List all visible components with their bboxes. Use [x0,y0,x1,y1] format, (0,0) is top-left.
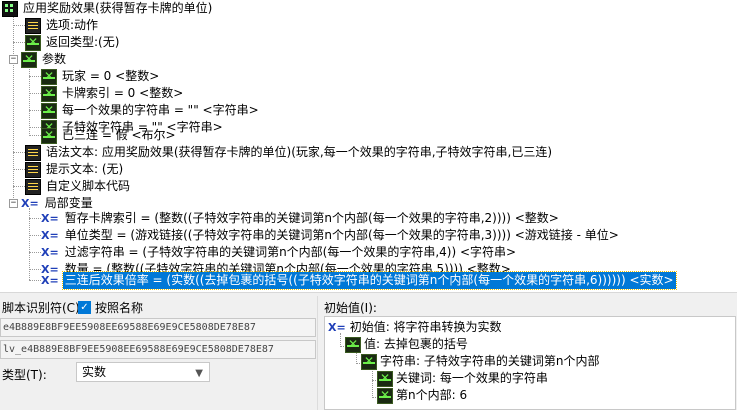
function-title: 应用奖励效果(获得暂存卡牌的单位) [23,1,213,15]
variable-icon: X= [41,229,59,242]
initial-value-tree[interactable]: X= 初始值: 将字符串转换为实数 值: 去掉包裹的括号 字符串: 子特效字符串… [324,316,736,410]
type-label: 类型(T): [2,368,47,382]
parameter-node-icon [377,370,393,387]
variable-icon: X= [21,197,39,210]
parameters-icon [21,51,37,68]
tree-option-node[interactable]: 选项:动作 [25,17,100,34]
tree-function-node[interactable]: 应用奖励效果(获得暂存卡牌的单位) [2,0,214,17]
local-variable-item[interactable]: X= 单位类型 = (游戏链接((子特效字符串的关键词第n个内部(每一个效果的字… [41,227,621,244]
param-item[interactable]: 卡牌索引 = 0 <整数> [41,85,185,102]
tree-syntax-node[interactable]: 语法文本: 应用奖励效果(获得暂存卡牌的单位)(玩家,每一个效果的字符串,子特效… [25,144,554,161]
type-select-value: 实数 [82,365,107,379]
initial-value-node[interactable]: 关键词: 每一个效果的字符串 [377,370,548,387]
local-variable-item-selected[interactable]: X= 三连后效果倍率 = (实数((去掉包裹的括号((子特效字符串的关键词第n个… [41,271,677,290]
tree-params-node[interactable]: − 参数 [9,51,68,68]
collapse-params-toggle[interactable]: − [9,55,18,64]
tree-return-type-node[interactable]: 返回类型:(无) [25,34,121,51]
variable-icon: X= [328,321,346,334]
parameter-icon [41,127,57,144]
script-id-field[interactable]: e4B889E8BF9EE5908EE69588E69E9CE5808DE78E… [0,318,316,337]
initial-value-pane: 初始值(I): X= 初始值: 将字符串转换为实数 值: 去掉包裹的括号 字符串… [318,296,737,410]
variable-icon: X= [41,274,59,287]
tree-custom-script-node[interactable]: 自定义脚本代码 [25,178,132,195]
local-variable-item[interactable]: X= 过滤字符串 = (子特效字符串的关键词第n个内部(每一个效果的字符串,4)… [41,244,518,261]
by-name-checkbox[interactable]: ✓ [78,301,91,314]
script-lv-field[interactable]: lv_e4B889E8BF9EE5908EE69588E69E9CE5808DE… [0,340,316,359]
local-variable-item[interactable]: X= 暂存卡牌索引 = (整数((子特效字符串的关键词第n个内部(每一个效果的字… [41,210,561,227]
document-icon [25,144,41,161]
return-type-icon [25,34,41,51]
document-icon [25,161,41,178]
trigger-tree[interactable]: 应用奖励效果(获得暂存卡牌的单位) 选项:动作 返回类型:(无) − 参数 玩家… [0,0,737,292]
document-icon [25,178,41,195]
function-icon [2,0,18,17]
param-item[interactable]: 每一个效果的字符串 = "" <字符串> [41,102,261,119]
function-node-icon [361,353,377,370]
param-item[interactable]: 玩家 = 0 <整数> [41,68,161,85]
param-item[interactable]: 已三连 = 假 <布尔> [41,127,178,144]
initial-value-root[interactable]: X= 初始值: 将字符串转换为实数 [328,319,502,336]
chevron-down-icon: ▼ [195,368,203,379]
document-icon [25,17,41,34]
parameter-icon [41,85,57,102]
initial-value-node[interactable]: 值: 去掉包裹的括号 [345,336,468,353]
collapse-locals-toggle[interactable]: − [9,199,18,208]
script-id-label: 脚本识别符(C): [2,301,84,315]
function-node-icon [345,336,361,353]
by-name-label[interactable]: 按照名称 [95,299,143,316]
parameter-icon [41,68,57,85]
initial-value-node[interactable]: 字符串: 子特效字符串的关键词第n个内部 [361,353,599,370]
variable-icon: X= [41,246,59,259]
parameter-icon [41,102,57,119]
variable-properties-pane: 脚本识别符(C): ✓ 按照名称 e4B889E8BF9EE5908EE6958… [0,296,318,410]
type-select[interactable]: 实数 ▼ [76,362,210,382]
variable-icon: X= [41,212,59,225]
tree-hint-node[interactable]: 提示文本: (无) [25,161,125,178]
initial-value-node[interactable]: 第n个内部: 6 [377,387,467,404]
parameter-node-icon [377,387,393,404]
initial-value-label: 初始值(I): [324,301,377,315]
